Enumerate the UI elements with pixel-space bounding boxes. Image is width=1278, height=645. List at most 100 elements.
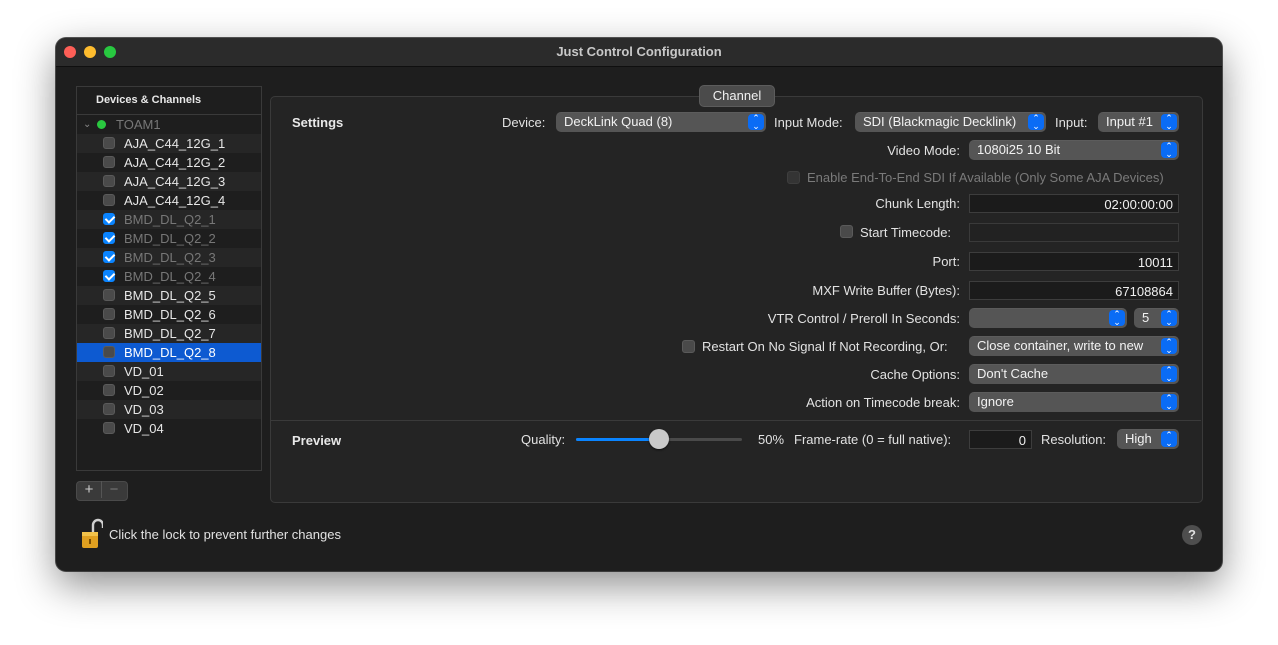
quality-slider-fill [576, 438, 659, 441]
channel-label: VD_01 [124, 364, 164, 379]
list-item[interactable]: AJA_C44_12G_3 [77, 172, 261, 191]
input-value: Input #1 [1106, 114, 1153, 129]
start-timecode-field[interactable] [969, 223, 1179, 242]
cache-options-popup[interactable]: Don't Cache ⌃ ⌄ [969, 364, 1179, 384]
add-button[interactable]: + [77, 481, 102, 498]
list-item[interactable]: VD_03 [77, 400, 261, 419]
list-item[interactable]: BMD_DL_Q2_1 [77, 210, 261, 229]
list-item[interactable]: BMD_DL_Q2_2 [77, 229, 261, 248]
lock-message: Click the lock to prevent further change… [109, 527, 341, 542]
restart-action-value: Close container, write to new [977, 338, 1144, 353]
cache-options-value: Don't Cache [977, 366, 1049, 381]
resolution-popup[interactable]: High ⌃ ⌄ [1117, 429, 1179, 449]
channel-enabled-checkbox[interactable] [103, 270, 115, 282]
port-field[interactable]: 10011 [969, 252, 1179, 271]
list-item[interactable]: BMD_DL_Q2_4 [77, 267, 261, 286]
list-item[interactable]: BMD_DL_Q2_3 [77, 248, 261, 267]
input-mode-label: Input Mode: [774, 115, 843, 130]
resolution-label: Resolution: [1041, 432, 1107, 447]
popup-arrows-icon: ⌃ ⌄ [1161, 366, 1177, 383]
list-item[interactable]: BMD_DL_Q2_6 [77, 305, 261, 324]
enable-e2e-label: Enable End-To-End SDI If Available (Only… [807, 170, 1164, 185]
add-remove-control: + − [76, 481, 128, 501]
channel-enabled-checkbox[interactable] [103, 232, 115, 244]
unlocked-padlock-icon[interactable] [81, 518, 103, 550]
restart-on-no-signal-checkbox[interactable] [682, 340, 695, 353]
device-group-toam1[interactable]: ⌄ TOAM1 [77, 115, 261, 134]
channel-label: VD_03 [124, 402, 164, 417]
channel-enabled-checkbox[interactable] [103, 156, 115, 168]
resolution-value: High [1125, 431, 1152, 446]
popup-arrows-icon: ⌃ ⌄ [1028, 114, 1044, 131]
list-item[interactable]: BMD_DL_Q2_8 [77, 343, 261, 362]
input-label: Input: [1055, 115, 1088, 130]
input-mode-popup[interactable]: SDI (Blackmagic Decklink) ⌃ ⌄ [855, 112, 1046, 132]
chunk-length-field[interactable]: 02:00:00:00 [969, 194, 1179, 213]
list-item[interactable]: VD_02 [77, 381, 261, 400]
channel-enabled-checkbox[interactable] [103, 251, 115, 263]
help-button[interactable]: ? [1182, 525, 1202, 545]
channel-label: VD_04 [124, 421, 164, 436]
tc-break-value: Ignore [977, 394, 1014, 409]
window-title: Just Control Configuration [556, 44, 722, 59]
channel-enabled-checkbox[interactable] [103, 403, 115, 415]
quality-label: Quality: [521, 432, 566, 447]
remove-button[interactable]: − [102, 481, 126, 498]
vtr-control-popup[interactable]: ⌃ ⌄ [969, 308, 1127, 328]
channel-label: BMD_DL_Q2_1 [124, 212, 216, 227]
input-popup[interactable]: Input #1 ⌃ ⌄ [1098, 112, 1179, 132]
devices-channels-list[interactable]: Devices & Channels ⌄ TOAM1 AJA_C44_12G_1… [76, 86, 262, 471]
channel-enabled-checkbox[interactable] [103, 137, 115, 149]
quality-slider-knob[interactable] [649, 429, 669, 449]
list-item[interactable]: BMD_DL_Q2_5 [77, 286, 261, 305]
channel-enabled-checkbox[interactable] [103, 213, 115, 225]
channel-label: BMD_DL_Q2_2 [124, 231, 216, 246]
list-item[interactable]: AJA_C44_12G_1 [77, 134, 261, 153]
popup-arrows-icon: ⌃ ⌄ [1161, 142, 1177, 159]
popup-arrows-icon: ⌃ ⌄ [1161, 114, 1177, 131]
channel-enabled-checkbox[interactable] [103, 365, 115, 377]
list-item[interactable]: VD_01 [77, 362, 261, 381]
channel-enabled-checkbox[interactable] [103, 327, 115, 339]
disclosure-chevron-icon[interactable]: ⌄ [83, 115, 91, 134]
popup-arrows-icon: ⌃ ⌄ [1161, 394, 1177, 411]
channel-label: BMD_DL_Q2_5 [124, 288, 216, 303]
title-bar: Just Control Configuration [56, 38, 1222, 67]
channel-enabled-checkbox[interactable] [103, 175, 115, 187]
port-label: Port: [932, 254, 960, 269]
enable-e2e-checkbox[interactable] [787, 171, 800, 184]
channel-label: AJA_C44_12G_1 [124, 136, 226, 151]
preview-section-title: Preview [292, 433, 342, 448]
list-item[interactable]: AJA_C44_12G_2 [77, 153, 261, 172]
tc-break-popup[interactable]: Ignore ⌃ ⌄ [969, 392, 1179, 412]
list-item[interactable]: BMD_DL_Q2_7 [77, 324, 261, 343]
config-window: Just Control Configuration Devices & Cha… [56, 38, 1222, 571]
video-mode-label: Video Mode: [887, 143, 960, 158]
vtr-control-label: VTR Control / Preroll In Seconds: [767, 311, 960, 326]
channel-enabled-checkbox[interactable] [103, 346, 115, 358]
device-label: Device: [502, 115, 546, 130]
video-mode-popup[interactable]: 1080i25 10 Bit ⌃ ⌄ [969, 140, 1179, 160]
channel-label: AJA_C44_12G_4 [124, 193, 226, 208]
channel-enabled-checkbox[interactable] [103, 194, 115, 206]
list-item[interactable]: VD_04 [77, 419, 261, 438]
tab-channel[interactable]: Channel [699, 85, 775, 107]
cache-options-label: Cache Options: [870, 367, 960, 382]
mxf-buffer-field[interactable]: 67108864 [969, 281, 1179, 300]
group-label: TOAM1 [116, 117, 161, 132]
popup-arrows-icon: ⌃ ⌄ [1161, 431, 1177, 448]
start-timecode-checkbox[interactable] [840, 225, 853, 238]
device-popup[interactable]: DeckLink Quad (8) ⌃ ⌄ [556, 112, 766, 132]
framerate-field[interactable]: 0 [969, 430, 1032, 449]
channel-enabled-checkbox[interactable] [103, 384, 115, 396]
channel-enabled-checkbox[interactable] [103, 289, 115, 301]
channel-enabled-checkbox[interactable] [103, 308, 115, 320]
section-divider [270, 420, 1201, 421]
restart-action-popup[interactable]: Close container, write to new ⌃ ⌄ [969, 336, 1179, 356]
framerate-label: Frame-rate (0 = full native): [794, 432, 952, 447]
channel-label: BMD_DL_Q2_4 [124, 269, 216, 284]
list-item[interactable]: AJA_C44_12G_4 [77, 191, 261, 210]
tc-break-label: Action on Timecode break: [806, 395, 960, 410]
preroll-popup[interactable]: 5 ⌃ ⌄ [1134, 308, 1179, 328]
channel-enabled-checkbox[interactable] [103, 422, 115, 434]
